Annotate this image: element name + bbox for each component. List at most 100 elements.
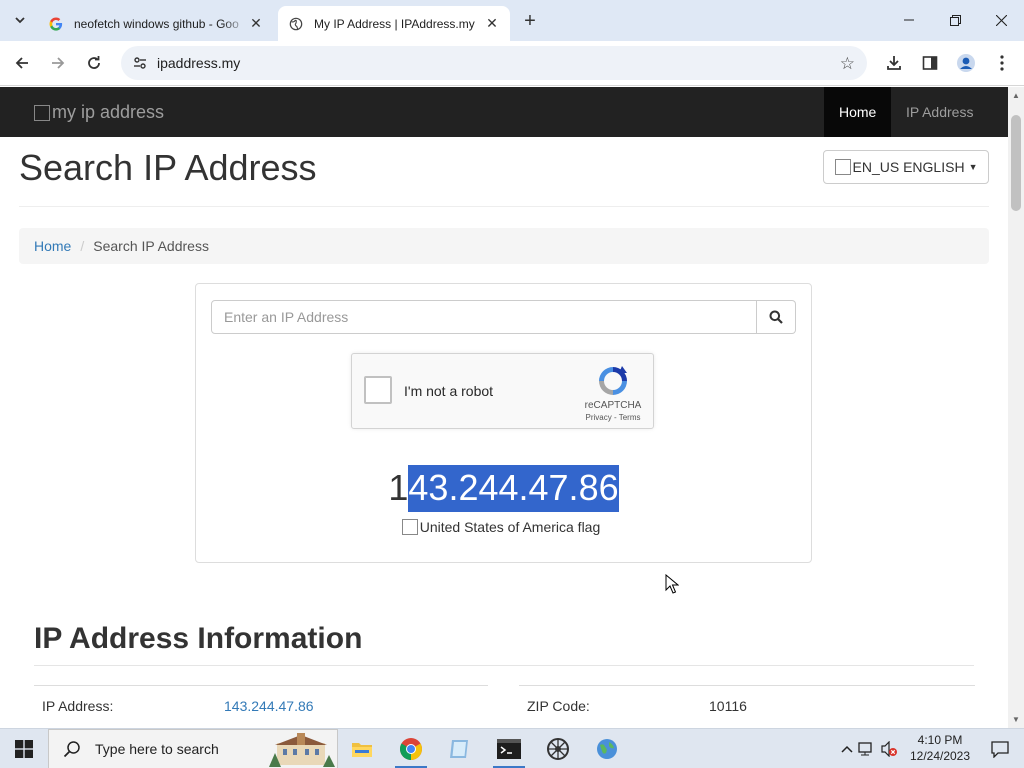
chevron-down-icon bbox=[15, 17, 25, 24]
broken-image-icon bbox=[834, 159, 851, 175]
taskbar-search-box[interactable]: Type here to search bbox=[48, 729, 338, 768]
close-window-button[interactable] bbox=[978, 0, 1024, 40]
close-icon[interactable]: ✕ bbox=[248, 15, 264, 32]
restore-button[interactable] bbox=[932, 0, 978, 40]
scroll-up-icon[interactable]: ▲ bbox=[1012, 91, 1020, 100]
recaptcha-widget: I'm not a robot reCAPTCHA Privacy - Term… bbox=[351, 353, 654, 429]
info-value[interactable]: 143.244.47.86 bbox=[224, 698, 314, 714]
divider bbox=[34, 665, 974, 666]
minimize-button[interactable] bbox=[886, 0, 932, 40]
google-icon bbox=[48, 16, 64, 32]
minimize-icon bbox=[904, 19, 914, 21]
search-highlight-illustration-icon bbox=[269, 733, 335, 767]
start-button[interactable] bbox=[0, 729, 48, 768]
chrome-icon bbox=[400, 738, 422, 760]
page-scrollbar[interactable]: ▲ ▼ bbox=[1008, 87, 1024, 728]
mouse-cursor-icon bbox=[665, 574, 679, 594]
side-panel-button[interactable] bbox=[916, 49, 944, 77]
back-button[interactable] bbox=[8, 49, 36, 77]
country-flag: United States of America flag bbox=[196, 519, 806, 535]
folder-icon bbox=[352, 743, 372, 757]
taskbar-network-globe-app[interactable] bbox=[583, 729, 631, 768]
close-icon bbox=[995, 14, 1007, 26]
recaptcha-checkbox[interactable] bbox=[364, 376, 392, 404]
wheel-icon bbox=[547, 738, 569, 760]
new-tab-button[interactable]: + bbox=[518, 9, 542, 33]
nav-ip-address[interactable]: IP Address bbox=[891, 87, 988, 137]
ip-search-group bbox=[211, 300, 796, 334]
breadcrumb: Home / Search IP Address bbox=[19, 228, 989, 264]
taskbar-app-notes[interactable] bbox=[436, 729, 484, 768]
taskbar-terminal[interactable] bbox=[485, 729, 533, 768]
recaptcha-logo-icon bbox=[599, 366, 627, 395]
site-logo[interactable]: my ip address bbox=[34, 102, 164, 123]
windows-logo-icon bbox=[15, 740, 33, 758]
downloads-button[interactable] bbox=[880, 49, 908, 77]
windows-taskbar: Type here to search 4:10 PM 12/24/2023 bbox=[0, 728, 1024, 768]
globe-network-icon bbox=[597, 739, 617, 759]
tab-title: My IP Address | IPAddress.my bbox=[314, 16, 475, 31]
notifications-button[interactable] bbox=[976, 729, 1024, 768]
breadcrumb-current: Search IP Address bbox=[93, 238, 209, 254]
caret-down-icon: ▼ bbox=[968, 162, 978, 172]
more-vertical-icon bbox=[1000, 55, 1004, 71]
scrollbar-thumb[interactable] bbox=[1011, 115, 1021, 211]
info-label: ZIP Code: bbox=[527, 697, 590, 714]
reload-button[interactable] bbox=[80, 49, 108, 77]
url-text: ipaddress.my bbox=[157, 55, 241, 71]
taskbar-wheel-app[interactable] bbox=[534, 729, 582, 768]
download-icon bbox=[887, 56, 901, 70]
search-panel: I'm not a robot reCAPTCHA Privacy - Term… bbox=[195, 283, 812, 563]
address-bar[interactable]: ipaddress.my ☆ bbox=[121, 46, 867, 80]
info-value: 10116 bbox=[709, 697, 747, 714]
detected-ip-address: 143.244.47.86 bbox=[196, 465, 811, 512]
volume-muted-icon[interactable] bbox=[878, 741, 900, 757]
taskbar-search-placeholder: Type here to search bbox=[95, 741, 219, 757]
recaptcha-brand: reCAPTCHA bbox=[584, 400, 642, 411]
system-tray bbox=[838, 729, 900, 768]
search-button[interactable] bbox=[757, 300, 796, 334]
info-label: IP Address: bbox=[42, 697, 114, 714]
clock-time: 4:10 PM bbox=[917, 733, 963, 747]
arrow-right-icon bbox=[52, 57, 65, 69]
reload-icon bbox=[88, 56, 100, 69]
bookmark-star-icon[interactable]: ☆ bbox=[840, 54, 855, 74]
logo-alt-text: my ip address bbox=[52, 102, 165, 122]
side-panel-icon bbox=[922, 56, 938, 70]
info-row-ip-address: IP Address: 143.244.47.86 bbox=[34, 685, 488, 725]
notepad-icon bbox=[450, 740, 468, 758]
section-title: IP Address Information bbox=[34, 622, 363, 655]
taskbar-clock[interactable]: 4:10 PM 12/24/2023 bbox=[905, 732, 975, 764]
notification-icon bbox=[991, 741, 1009, 758]
breadcrumb-home[interactable]: Home bbox=[34, 238, 71, 254]
browser-menu-button[interactable] bbox=[988, 49, 1016, 77]
broken-image-icon bbox=[401, 519, 418, 535]
tab-my-ip-address[interactable]: My IP Address | IPAddress.my ✕ bbox=[278, 6, 510, 41]
divider bbox=[19, 206, 989, 207]
recaptcha-label: I'm not a robot bbox=[404, 383, 494, 399]
broken-image-icon bbox=[34, 104, 50, 121]
scroll-down-icon[interactable]: ▼ bbox=[1012, 715, 1020, 724]
recaptcha-privacy-terms[interactable]: Privacy - Terms bbox=[574, 413, 652, 422]
profile-button[interactable] bbox=[952, 49, 980, 77]
nav-home[interactable]: Home bbox=[824, 87, 892, 137]
network-icon[interactable] bbox=[856, 742, 878, 756]
show-hidden-icons-chevron-icon[interactable] bbox=[838, 742, 856, 756]
taskbar-file-explorer[interactable] bbox=[338, 729, 386, 768]
info-row-zip-code: ZIP Code: 10116 bbox=[519, 685, 975, 725]
restore-icon bbox=[949, 14, 961, 26]
breadcrumb-separator: / bbox=[80, 238, 85, 254]
site-settings-icon[interactable] bbox=[125, 55, 155, 71]
forward-button[interactable] bbox=[44, 49, 72, 77]
close-icon[interactable]: ✕ bbox=[484, 15, 500, 32]
tab-search-button[interactable] bbox=[6, 7, 34, 33]
search-icon bbox=[63, 741, 80, 758]
page-title: Search IP Address bbox=[19, 147, 317, 188]
browser-tab-bar: neofetch windows github - Goo ✕ My IP Ad… bbox=[0, 0, 1024, 41]
taskbar-chrome[interactable] bbox=[387, 729, 435, 768]
language-dropdown[interactable]: EN_US ENGLISH ▼ bbox=[823, 150, 989, 184]
ip-search-input[interactable] bbox=[211, 300, 757, 334]
tab-neofetch[interactable]: neofetch windows github - Goo ✕ bbox=[38, 6, 274, 41]
terminal-icon bbox=[497, 739, 521, 759]
ip-unselected-part: 1 bbox=[388, 467, 409, 508]
